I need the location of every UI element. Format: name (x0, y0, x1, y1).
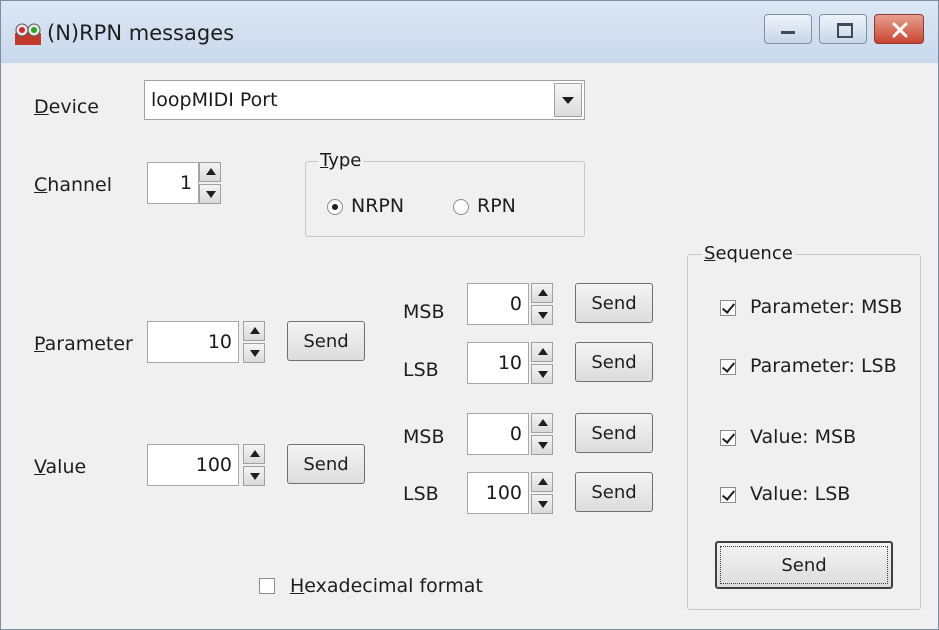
hexadecimal-checkbox[interactable] (259, 578, 275, 594)
dropdown-arrow-icon (562, 97, 574, 104)
spin-up-icon[interactable] (243, 444, 265, 464)
nrpn-radio[interactable] (327, 199, 343, 215)
device-label: Device (34, 96, 99, 118)
channel-label: Channel (34, 174, 113, 196)
spin-down-icon[interactable] (243, 466, 265, 486)
parameter-send-button[interactable]: Send (287, 321, 365, 361)
spin-up-icon[interactable] (531, 472, 553, 492)
spin-up-icon[interactable] (531, 413, 553, 433)
value-lsb-send-button[interactable]: Send (575, 472, 653, 512)
spin-up-icon[interactable] (243, 321, 265, 341)
spin-down-icon[interactable] (531, 305, 553, 325)
parameter-msb-checkbox[interactable] (720, 300, 736, 316)
channel-input[interactable]: 1 (147, 162, 199, 204)
parameter-lsb-check-label[interactable]: Parameter: LSB (750, 355, 897, 377)
value-lsb-checkbox[interactable] (720, 487, 736, 503)
type-groupbox: Type (305, 150, 585, 237)
maximize-button[interactable] (819, 14, 867, 44)
spin-down-icon[interactable] (243, 343, 265, 363)
sequence-legend: Sequence (702, 243, 795, 264)
value-msb-spinner[interactable] (531, 413, 553, 455)
value-msb-send-button[interactable]: Send (575, 413, 653, 453)
parameter-lsb-checkbox[interactable] (720, 359, 736, 375)
parameter-msb-check-label[interactable]: Parameter: MSB (750, 296, 902, 318)
parameter-lsb-spinner[interactable] (531, 342, 553, 384)
device-select[interactable]: loopMIDI Port (144, 80, 585, 120)
minimize-icon (781, 31, 795, 34)
maximize-icon (837, 23, 853, 38)
device-dropdown-button[interactable] (554, 83, 582, 117)
minimize-button[interactable] (764, 14, 812, 44)
sequence-send-button[interactable]: Send (715, 541, 893, 589)
rpn-radio-label[interactable]: RPN (477, 195, 516, 217)
value-lsb-spinner[interactable] (531, 472, 553, 514)
spin-down-icon[interactable] (531, 435, 553, 455)
parameter-input[interactable]: 10 (147, 321, 239, 363)
value-msb-check-label[interactable]: Value: MSB (750, 426, 856, 448)
value-send-button[interactable]: Send (287, 444, 365, 484)
value-lsb-label: LSB (403, 483, 439, 505)
parameter-lsb-input[interactable]: 10 (467, 342, 529, 384)
value-value: 100 (195, 454, 232, 476)
channel-spinner[interactable] (199, 162, 221, 204)
spin-up-icon[interactable] (531, 283, 553, 303)
parameter-msb-send-button[interactable]: Send (575, 283, 653, 323)
device-value: loopMIDI Port (151, 89, 278, 111)
value-spinner[interactable] (243, 444, 265, 486)
close-button[interactable] (874, 14, 924, 44)
app-icon (15, 23, 41, 45)
value-lsb-check-label[interactable]: Value: LSB (750, 483, 850, 505)
value-msb-label: MSB (403, 426, 445, 448)
value-msb-checkbox[interactable] (720, 430, 736, 446)
type-legend: Type (318, 150, 364, 171)
spin-down-icon[interactable] (531, 364, 553, 384)
parameter-spinner[interactable] (243, 321, 265, 363)
parameter-lsb-value: 10 (497, 352, 522, 374)
parameter-lsb-label: LSB (403, 359, 439, 381)
value-input[interactable]: 100 (147, 444, 239, 486)
parameter-msb-label: MSB (403, 301, 445, 323)
close-icon (892, 22, 908, 38)
spin-up-icon[interactable] (531, 342, 553, 362)
value-lsb-input[interactable]: 100 (467, 472, 529, 514)
spin-down-icon[interactable] (199, 184, 221, 204)
nrpn-window: (N)RPN messages Device loopMIDI Port Cha… (0, 0, 939, 630)
window-title: (N)RPN messages (47, 21, 235, 45)
hexadecimal-label[interactable]: Hexadecimal format (290, 575, 483, 597)
rpn-radio[interactable] (453, 199, 469, 215)
value-msb-input[interactable]: 0 (467, 413, 529, 455)
parameter-msb-value: 0 (509, 293, 522, 315)
channel-value: 1 (179, 172, 192, 194)
title-bar[interactable]: (N)RPN messages (1, 1, 938, 63)
value-label: Value (34, 456, 87, 478)
parameter-lsb-send-button[interactable]: Send (575, 342, 653, 382)
value-lsb-value: 100 (485, 482, 522, 504)
parameter-value: 10 (207, 331, 232, 353)
spin-down-icon[interactable] (531, 494, 553, 514)
spin-up-icon[interactable] (199, 162, 221, 182)
value-msb-value: 0 (509, 423, 522, 445)
nrpn-radio-label[interactable]: NRPN (351, 195, 404, 217)
parameter-msb-spinner[interactable] (531, 283, 553, 325)
parameter-label: Parameter (34, 333, 133, 355)
parameter-msb-input[interactable]: 0 (467, 283, 529, 325)
